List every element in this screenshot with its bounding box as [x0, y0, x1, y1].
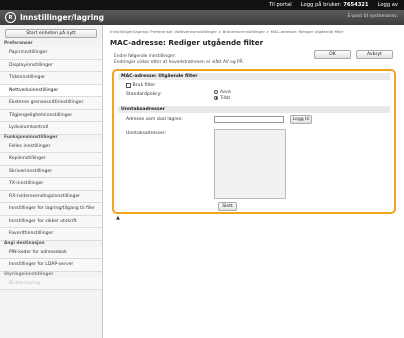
app-logo-icon: R: [5, 12, 16, 23]
sidebar-item-paper[interactable]: Papirinnstillinger: [0, 47, 102, 60]
sidebar-menu: Preferanser Papirinnstillinger Displayin…: [0, 41, 102, 290]
radio-icon[interactable]: [214, 89, 218, 94]
sidebar-item-tx[interactable]: TX-innstillinger: [0, 178, 102, 191]
sidebar-item-accessibility[interactable]: Tilgjengelighetsinnstillinger: [0, 109, 102, 122]
info-text: Endre følgende innstillinger:: [114, 54, 176, 59]
sidebar-item-time[interactable]: Tidsinnstillinger: [0, 72, 102, 85]
reject-label: Avvis: [220, 89, 231, 94]
filter-settings-panel: MAC-adresse: Utgående filter Bruk filter…: [112, 69, 396, 214]
login-status: Logg på bruker: 7654321: [300, 2, 369, 8]
add-button[interactable]: Legg til: [290, 115, 312, 124]
default-policy-label: Standardpolicy:: [126, 92, 162, 97]
sidebar-item-copy[interactable]: Kopiinnstillinger: [0, 153, 102, 166]
breadcrumb: Innstillinger/lagring: Preferanser: Nett…: [110, 29, 344, 34]
delete-button[interactable]: Slett: [218, 202, 237, 211]
sidebar-item-common[interactable]: Felles innstillinger: [0, 140, 102, 153]
cancel-button[interactable]: Avbryt: [356, 50, 393, 59]
address-label: Adresse som skal lagres:: [126, 117, 183, 122]
sidebar: Start enheten på nytt Preferanser Papiri…: [0, 25, 103, 338]
checkbox-icon[interactable]: [126, 83, 131, 88]
scroll-top-icon[interactable]: ▲: [116, 215, 120, 221]
sidebar-item-ldap[interactable]: Innstillinger for LDAP-server: [0, 259, 102, 272]
section-header: MAC-adresse: Utgående filter: [118, 73, 390, 80]
sidebar-item-external-interface[interactable]: Eksterne grensesnittinnstillinger: [0, 97, 102, 110]
header-title: Innstillinger/lagring: [20, 13, 105, 22]
exceptions-label: Unntaksadresser:: [126, 131, 167, 136]
header: R Innstillinger/lagring E-post til syste…: [0, 10, 404, 25]
restart-notice: Endringer virker etter at hovedstrømmen …: [114, 60, 245, 65]
section-header: Unntaksadresser: [118, 106, 390, 113]
allow-radio[interactable]: Tillat: [214, 95, 230, 100]
sidebar-item-display[interactable]: Displayinnstillinger: [0, 59, 102, 72]
email-admin-link[interactable]: E-post til systemansv.: [348, 14, 398, 19]
sidebar-item-store-access[interactable]: Innstillinger for lagring/tilgang til fi…: [0, 203, 102, 216]
sidebar-item-printer[interactable]: Skriverinnstillinger: [0, 165, 102, 178]
exception-address-list[interactable]: [214, 129, 286, 199]
radio-selected-icon[interactable]: [214, 95, 218, 100]
sidebar-item-network[interactable]: Nettverksinnstillinger: [0, 84, 102, 97]
page-title: MAC-adresse: Rediger utgående filter: [110, 38, 264, 47]
sidebar-item-favorites[interactable]: Favorittinnstillinger: [0, 228, 102, 241]
reject-radio[interactable]: Avvis: [214, 89, 231, 94]
sidebar-item-rx-forwarding[interactable]: RX-/videresendingsinnstillinger: [0, 190, 102, 203]
allow-label: Tillat: [220, 95, 231, 100]
sidebar-item-volume[interactable]: Lydvolumkontroll: [0, 122, 102, 135]
sidebar-item-address-book-pin[interactable]: PIN-koder for adressebok: [0, 246, 102, 259]
logout-link[interactable]: Logg av: [378, 2, 398, 8]
use-filter-label: Bruk filter: [132, 83, 156, 88]
sidebar-item-user-management[interactable]: Brukerstyring: [0, 277, 102, 290]
portal-link[interactable]: Til portal: [269, 2, 292, 8]
sidebar-item-secure-print[interactable]: Innstillinger for sikker utskrift: [0, 215, 102, 228]
ok-button[interactable]: OK: [314, 50, 351, 59]
top-bar: Til portal Logg på bruker: 7654321 Logg …: [0, 0, 404, 10]
restart-device-button[interactable]: Start enheten på nytt: [5, 29, 97, 38]
main-content: Innstillinger/lagring: Preferanser: Nett…: [104, 25, 404, 338]
address-input[interactable]: [214, 116, 284, 123]
use-filter-checkbox[interactable]: Bruk filter: [126, 83, 155, 88]
